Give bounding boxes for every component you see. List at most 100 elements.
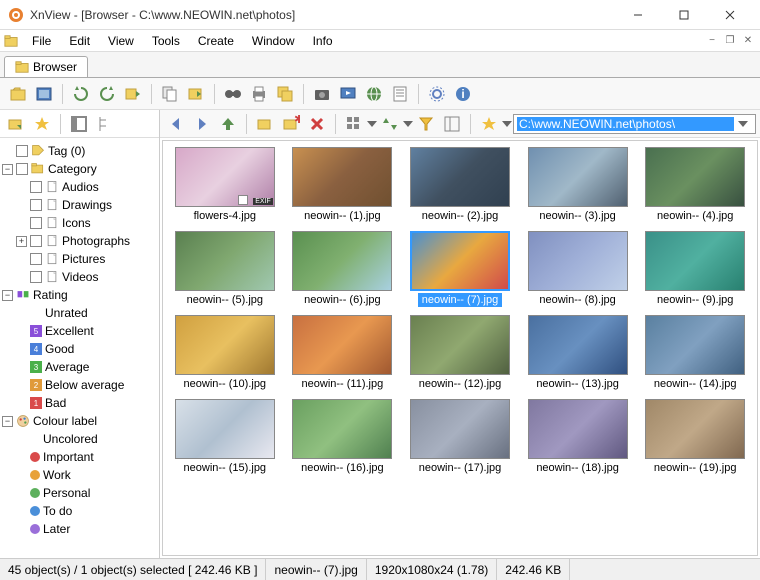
tree-toggle-icon[interactable]: − <box>2 290 13 301</box>
thumbnail-item[interactable]: neowin-- (11).jpg <box>287 315 399 391</box>
back-icon[interactable] <box>164 112 188 136</box>
thumbnail-item[interactable]: neowin-- (18).jpg <box>522 399 634 475</box>
thumbnail-image[interactable] <box>175 399 275 459</box>
tree-node-important[interactable]: Important <box>2 448 157 466</box>
tree-node-bad[interactable]: 1Bad <box>2 394 157 412</box>
thumbnail-item[interactable]: neowin-- (8).jpg <box>522 231 634 307</box>
tree-node-work[interactable]: Work <box>2 466 157 484</box>
tree-checkbox[interactable] <box>30 181 42 193</box>
maximize-button[interactable] <box>662 1 706 29</box>
mdi-close[interactable]: ✕ <box>740 33 756 49</box>
tree-node-rating[interactable]: −Rating <box>2 286 157 304</box>
tree-toggle-icon[interactable]: + <box>16 236 27 247</box>
thumbnail-item[interactable]: neowin-- (1).jpg <box>287 147 399 223</box>
slideshow-icon[interactable] <box>336 82 360 106</box>
address-dropdown-icon[interactable] <box>734 115 752 133</box>
web-icon[interactable] <box>362 82 386 106</box>
tree-icon[interactable] <box>93 112 117 136</box>
thumbnail-image[interactable] <box>175 315 275 375</box>
thumbnail-item[interactable]: neowin-- (5).jpg <box>169 231 281 307</box>
thumbnail-image[interactable] <box>410 399 510 459</box>
thumbnail-image[interactable] <box>410 315 510 375</box>
thumbnail-image[interactable] <box>645 399 745 459</box>
menu-create[interactable]: Create <box>190 32 242 50</box>
thumbnail-item[interactable]: neowin-- (3).jpg <box>522 147 634 223</box>
tree-node-personal[interactable]: Personal <box>2 484 157 502</box>
thumbnail-image[interactable] <box>645 315 745 375</box>
thumbnail-item[interactable]: neowin-- (10).jpg <box>169 315 281 391</box>
delete-icon[interactable] <box>305 112 329 136</box>
menu-window[interactable]: Window <box>244 32 303 50</box>
menu-info[interactable]: Info <box>305 32 341 50</box>
thumbnail-image[interactable] <box>528 315 628 375</box>
tree-toggle-icon[interactable]: − <box>2 164 13 175</box>
tree-node-to-do[interactable]: To do <box>2 502 157 520</box>
thumbnail-image[interactable] <box>528 231 628 291</box>
about-icon[interactable]: i <box>451 82 475 106</box>
thumbnail-image[interactable]: EXIF <box>175 147 275 207</box>
tree-node-good[interactable]: 4Good <box>2 340 157 358</box>
browse-icon[interactable] <box>253 112 277 136</box>
thumbnail-item[interactable]: neowin-- (19).jpg <box>639 399 751 475</box>
tree-node-uncolored[interactable]: Uncolored <box>2 430 157 448</box>
tree-checkbox[interactable] <box>30 217 42 229</box>
thumbnail-item[interactable]: neowin-- (17).jpg <box>404 399 516 475</box>
tree-checkbox[interactable] <box>30 235 42 247</box>
tree-checkbox[interactable] <box>30 199 42 211</box>
tree-node-excellent[interactable]: 5Excellent <box>2 322 157 340</box>
thumbnail-image[interactable] <box>528 399 628 459</box>
layout-icon[interactable] <box>440 112 464 136</box>
favorites-icon[interactable] <box>30 112 54 136</box>
tree-checkbox[interactable] <box>16 145 28 157</box>
tree-node-photographs[interactable]: +Photographs <box>2 232 157 250</box>
new-folder-icon[interactable]: ✱ <box>279 112 303 136</box>
menu-tools[interactable]: Tools <box>144 32 188 50</box>
tree-node-category[interactable]: −Category <box>2 160 157 178</box>
thumbnail-image[interactable] <box>292 147 392 207</box>
forward-icon[interactable] <box>190 112 214 136</box>
tree-node-tag-0-[interactable]: Tag (0) <box>2 142 157 160</box>
tree-node-audios[interactable]: Audios <box>2 178 157 196</box>
move-to-icon[interactable] <box>184 82 208 106</box>
multi-convert-icon[interactable] <box>273 82 297 106</box>
menu-edit[interactable]: Edit <box>61 32 98 50</box>
thumbnail-item[interactable]: neowin-- (12).jpg <box>404 315 516 391</box>
thumbnail-item[interactable]: neowin-- (9).jpg <box>639 231 751 307</box>
tree-checkbox[interactable] <box>16 163 28 175</box>
tree-node-later[interactable]: Later <box>2 520 157 538</box>
settings-icon[interactable] <box>425 82 449 106</box>
tree-toggle-icon[interactable]: − <box>2 416 13 427</box>
thumbnail-item[interactable]: EXIFflowers-4.jpg <box>169 147 281 223</box>
print-icon[interactable] <box>247 82 271 106</box>
thumbnail-item[interactable]: neowin-- (14).jpg <box>639 315 751 391</box>
copy-to-icon[interactable] <box>158 82 182 106</box>
open-icon[interactable] <box>6 82 30 106</box>
thumbnail-item[interactable]: neowin-- (7).jpg <box>404 231 516 307</box>
filter-icon[interactable] <box>414 112 438 136</box>
thumbnail-item[interactable]: neowin-- (4).jpg <box>639 147 751 223</box>
view-mode-icon[interactable] <box>342 112 376 136</box>
capture-icon[interactable] <box>310 82 334 106</box>
minimize-button[interactable] <box>616 1 660 29</box>
thumbnail-image[interactable] <box>292 399 392 459</box>
tree-node-colour-label[interactable]: −Colour label <box>2 412 157 430</box>
tree-node-icons[interactable]: Icons <box>2 214 157 232</box>
tab-browser[interactable]: Browser <box>4 56 88 77</box>
thumbnail-item[interactable]: neowin-- (15).jpg <box>169 399 281 475</box>
favorites-nav-icon[interactable] <box>477 112 511 136</box>
sort-icon[interactable] <box>378 112 412 136</box>
thumbnail-image[interactable] <box>292 231 392 291</box>
convert-icon[interactable] <box>121 82 145 106</box>
fullscreen-icon[interactable] <box>32 82 56 106</box>
thumbnail-image[interactable] <box>410 147 510 207</box>
tree-node-unrated[interactable]: Unrated <box>2 304 157 322</box>
tree-checkbox[interactable] <box>30 253 42 265</box>
rotate-left-icon[interactable] <box>69 82 93 106</box>
thumbnail-image[interactable] <box>645 231 745 291</box>
mdi-restore[interactable]: ❐ <box>722 33 738 49</box>
thumbnail-image[interactable] <box>292 315 392 375</box>
thumbnail-image[interactable] <box>410 231 510 291</box>
up-icon[interactable] <box>216 112 240 136</box>
tree-node-average[interactable]: 3Average <box>2 358 157 376</box>
tree-node-videos[interactable]: Videos <box>2 268 157 286</box>
